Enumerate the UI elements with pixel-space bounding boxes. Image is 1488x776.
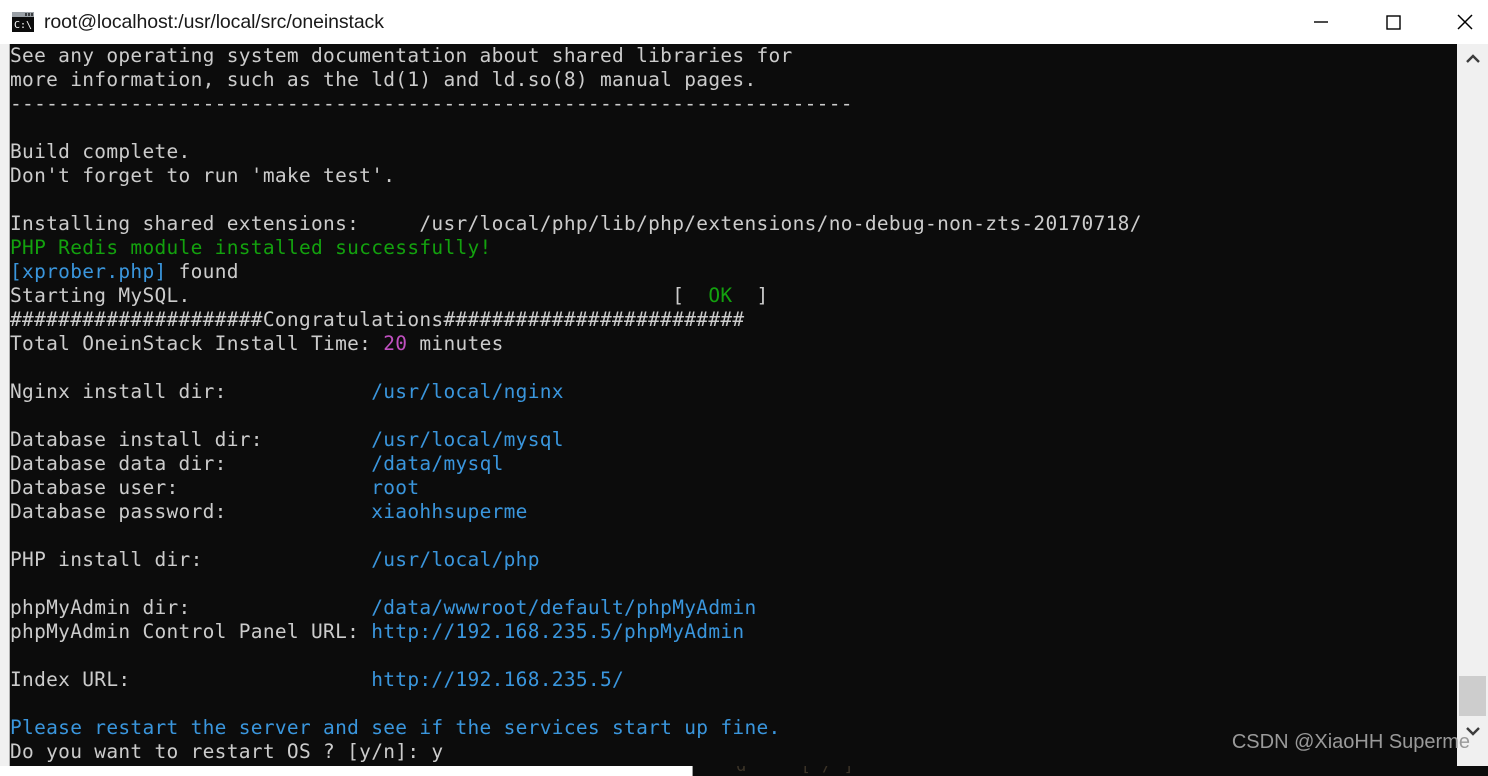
terminal-line: Database install dir: /usr/local/mysql <box>10 428 1440 452</box>
terminal-output-area[interactable]: See any operating system documentation a… <box>0 44 1488 766</box>
terminal-segment: /usr/local/mysql <box>371 428 564 451</box>
terminal-line: Don't forget to run 'make test'. <box>10 164 1440 188</box>
terminal-segment: Database user: <box>10 476 372 499</box>
terminal-segment: http://192.168.235.5/ <box>371 668 625 691</box>
close-button[interactable] <box>1442 0 1488 44</box>
terminal-window: C:\ root@localhost:/usr/local/src/oneins… <box>0 0 1488 766</box>
terminal-segment: Please restart the server and see if the… <box>10 716 781 739</box>
terminal-segment: Installing shared extensions: /usr/local… <box>10 212 1142 235</box>
terminal-segment: Nginx install dir: <box>10 380 372 403</box>
terminal-line: Database password: xiaohhsuperme <box>10 500 1440 524</box>
terminal-segment: Don't forget to run 'make test'. <box>10 164 396 187</box>
minimize-icon <box>1314 21 1328 23</box>
terminal-segment: Build complete. <box>10 140 191 163</box>
terminal-line: Database data dir: /data/mysql <box>10 452 1440 476</box>
terminal-text: See any operating system documentation a… <box>10 44 1440 764</box>
terminal-icon: C:\ <box>12 12 34 32</box>
terminal-line: ----------------------------------------… <box>10 92 1440 116</box>
terminal-segment: [xprober.php] <box>10 260 167 283</box>
terminal-segment: Database data dir: <box>10 452 372 475</box>
vertical-scrollbar[interactable] <box>1457 44 1488 766</box>
terminal-segment: /usr/local/php <box>371 548 540 571</box>
window-title: root@localhost:/usr/local/src/oneinstack <box>44 10 384 33</box>
svg-text:C:\: C:\ <box>14 20 32 31</box>
terminal-line: Installing shared extensions: /usr/local… <box>10 212 1440 236</box>
terminal-segment: http://192.168.235.5/phpMyAdmin <box>371 620 745 643</box>
terminal-line: #####################Congratulations####… <box>10 308 1440 332</box>
terminal-line: Database user: root <box>10 476 1440 500</box>
terminal-segment: ----------------------------------------… <box>10 92 853 115</box>
terminal-segment: phpMyAdmin dir: <box>10 596 372 619</box>
terminal-line: Total OneinStack Install Time: 20 minute… <box>10 332 1440 356</box>
watermark-text: CSDN @XiaoHH Superme <box>1231 731 1470 753</box>
terminal-line: Do you want to restart OS ? [y/n]: y <box>10 740 1440 764</box>
terminal-segment: Index URL: <box>10 668 372 691</box>
terminal-segment: 20 <box>383 332 408 355</box>
terminal-segment: /data/mysql <box>371 452 504 475</box>
terminal-line: Nginx install dir: /usr/local/nginx <box>10 380 1440 404</box>
terminal-segment: ] <box>732 284 769 307</box>
terminal-line: PHP Redis module installed successfully! <box>10 236 1440 260</box>
terminal-segment: See any operating system documentation a… <box>10 44 793 67</box>
terminal-segment: Do you want to restart OS ? [y/n]: y <box>10 740 444 763</box>
terminal-segment: minutes <box>407 332 504 355</box>
terminal-line: Please restart the server and see if the… <box>10 716 1440 740</box>
maximize-icon <box>1386 15 1401 30</box>
terminal-line: phpMyAdmin Control Panel URL: http://192… <box>10 620 1440 644</box>
maximize-button[interactable] <box>1370 0 1416 44</box>
terminal-segment: more information, such as the ld(1) and … <box>10 68 757 91</box>
terminal-segment: root <box>371 476 420 499</box>
terminal-segment: phpMyAdmin Control Panel URL: <box>10 620 372 643</box>
scrollbar-thumb[interactable] <box>1459 676 1486 716</box>
scroll-up-button[interactable] <box>1457 46 1488 72</box>
terminal-segment: /usr/local/nginx <box>371 380 564 403</box>
terminal-left-edge <box>0 44 10 766</box>
terminal-segment: Starting MySQL. [ <box>10 284 709 307</box>
terminal-line: Build complete. <box>10 140 1440 164</box>
terminal-segment: PHP Redis module installed successfully! <box>10 236 492 259</box>
terminal-line: See any operating system documentation a… <box>10 44 1440 68</box>
close-icon <box>1457 14 1473 30</box>
terminal-line: Index URL: http://192.168.235.5/ <box>10 668 1440 692</box>
terminal-segment: Database install dir: <box>10 428 372 451</box>
terminal-line: PHP install dir: /usr/local/php <box>10 548 1440 572</box>
terminal-line: phpMyAdmin dir: /data/wwwroot/default/ph… <box>10 596 1440 620</box>
chevron-up-icon <box>1465 54 1480 63</box>
terminal-line: [xprober.php] found <box>10 260 1440 284</box>
terminal-segment: xiaohhsuperme <box>371 500 528 523</box>
terminal-line: more information, such as the ld(1) and … <box>10 68 1440 92</box>
terminal-segment: PHP install dir: <box>10 548 372 571</box>
terminal-line: Starting MySQL. [ OK ] <box>10 284 1440 308</box>
title-bar[interactable]: C:\ root@localhost:/usr/local/src/oneins… <box>0 0 1488 45</box>
window-controls <box>1298 0 1488 44</box>
terminal-segment: Database password: <box>10 500 372 523</box>
terminal-segment: #####################Congratulations####… <box>10 308 745 331</box>
terminal-segment: /data/wwwroot/default/phpMyAdmin <box>371 596 757 619</box>
terminal-segment: Total OneinStack Install Time: <box>10 332 384 355</box>
terminal-segment: OK <box>708 284 733 307</box>
minimize-button[interactable] <box>1298 0 1344 44</box>
terminal-segment: found <box>166 260 239 283</box>
